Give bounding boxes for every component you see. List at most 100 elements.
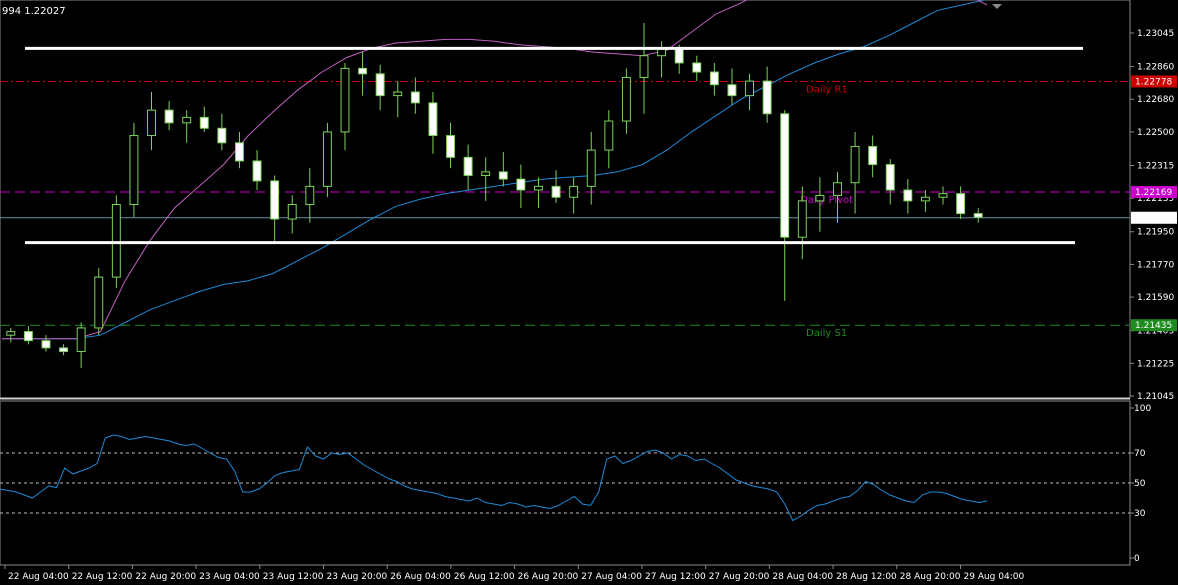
candle [129,122,139,218]
time-tick-label: 23 Aug 12:00 [263,572,324,582]
candle-body-bear [868,145,878,166]
candle-body-bear [727,84,737,97]
time-tick-label: 23 Aug 04:00 [199,572,260,582]
candle-body-bear [885,164,895,191]
candle-body-bull [76,327,86,353]
current-price-label: 1.22027 [1135,214,1172,224]
candle-body-bear [973,213,983,218]
candle-body-bear [709,71,719,86]
candle-body-bear [358,67,368,75]
time-tick-label: 22 Aug 04:00 [8,572,69,582]
candle-body-bull [129,135,139,206]
time-tick-label: 26 Aug 20:00 [518,572,579,582]
level-text-r1: Daily R1 [806,84,848,95]
candle-body-bull [850,145,860,184]
candle-body-bull [586,149,596,187]
rsi-tick-label: 100 [1134,404,1151,414]
candle-body-bull [6,331,16,336]
candle-body-bear [780,113,790,238]
candle-body-bull [604,120,614,151]
level-price-label-r1: 1.22778 [1135,77,1172,87]
candle-body-bear [463,156,473,176]
candle-body-bear [410,91,420,104]
candle-body-bull [938,193,948,198]
candle-body-bull [340,67,350,133]
price-tick-label: 1.23045 [1137,29,1174,39]
candle-body-bull [797,200,807,238]
rsi-tick-label: 0 [1134,554,1140,564]
candle-body-bull [621,76,631,122]
time-tick-label: 26 Aug 04:00 [390,572,451,582]
candle-body-bear [498,171,508,180]
price-tick-label: 1.21225 [1137,359,1174,369]
candle-body-bull [639,55,649,78]
candle-body-bull [111,204,121,278]
rsi-tick-label: 70 [1134,449,1146,459]
candle-body-bear [956,193,966,215]
time-tick-label: 28 Aug 20:00 [900,572,961,582]
candle-body-bear [903,189,913,202]
price-tick-label: 1.22680 [1137,95,1174,105]
candle-body-bull [815,194,825,202]
candle-body-bear [551,185,561,198]
candle-body-bull [94,276,104,329]
candle-body-bull [322,131,332,187]
candle-body-bear [217,127,227,144]
price-tick-label: 1.22860 [1137,63,1174,73]
candle-body-bull [745,80,755,97]
price-tick-label: 1.21590 [1137,293,1174,303]
candle-body-bull [481,171,491,176]
candle-body-bear [199,116,209,129]
candle-body-bull [393,91,403,97]
time-tick-label: 22 Aug 20:00 [135,572,196,582]
candle [94,268,104,336]
time-tick-label: 23 Aug 20:00 [327,572,388,582]
candle-body-bull [182,116,192,124]
candle-body-bull [147,109,156,137]
candle-body-bear [164,109,174,124]
chart-canvas: 994 1.22027 Daily R1Daily PivotDaily S1 … [0,0,1177,582]
time-tick-label: 27 Aug 04:00 [581,572,642,582]
time-tick-label: 28 Aug 12:00 [836,572,897,582]
candle-body-bear [428,102,438,137]
rsi-tick-label: 30 [1134,509,1146,519]
level-price-label-s1: 1.21435 [1135,321,1172,331]
time-tick-label: 27 Aug 20:00 [709,572,770,582]
candle-body-bear [375,73,385,97]
candle-body-bull [920,196,930,202]
price-tick-label: 1.22500 [1137,128,1174,138]
candle-body-bear [762,80,772,115]
time-tick-label: 29 Aug 04:00 [964,572,1025,582]
price-tick-label: 1.22315 [1137,161,1174,171]
time-tick-label: 28 Aug 04:00 [772,572,833,582]
candle-body-bear [692,62,702,73]
candle-body-bear [252,160,262,182]
price-axis: 1.23045 1.22860 1.22680 1.22500 1.22315 1.221… [1130,29,1177,402]
candle-body-bull [305,185,315,206]
level-text-s1: Daily S1 [806,328,847,339]
level-text-pivot: Daily Pivot [800,195,853,206]
candle-body-bull [534,185,543,191]
candle-body-bear [516,178,526,191]
candle-body-bear [59,347,69,353]
rsi-axis: 100 70 50 30 0 [1130,404,1151,564]
candle-body-bear [23,331,33,342]
candle-body-bear [234,142,244,162]
level-price-label-pivot: 1.22169 [1135,188,1172,198]
price-tick-label: 1.21770 [1137,260,1174,270]
candle-body-bull [569,185,579,198]
time-tick-label: 22 Aug 12:00 [72,572,133,582]
candle [322,122,332,198]
candle-body-bear [270,180,280,220]
time-tick-label: 27 Aug 12:00 [645,572,706,582]
price-tick-label: 1.21045 [1137,392,1174,402]
candle-body-bull [833,182,842,196]
price-header-text: 994 1.22027 [2,6,66,17]
time-tick-label: 26 Aug 12:00 [454,572,515,582]
candle-body-bear [674,47,684,64]
price-tick-label: 1.21950 [1137,228,1174,238]
candle-body-bull [287,204,297,220]
rsi-tick-label: 50 [1134,479,1146,489]
time-axis: 22 Aug 04:00 22 Aug 12:00 22 Aug 20:00 23 A… [4,565,1025,582]
candle-body-bear [41,340,51,349]
